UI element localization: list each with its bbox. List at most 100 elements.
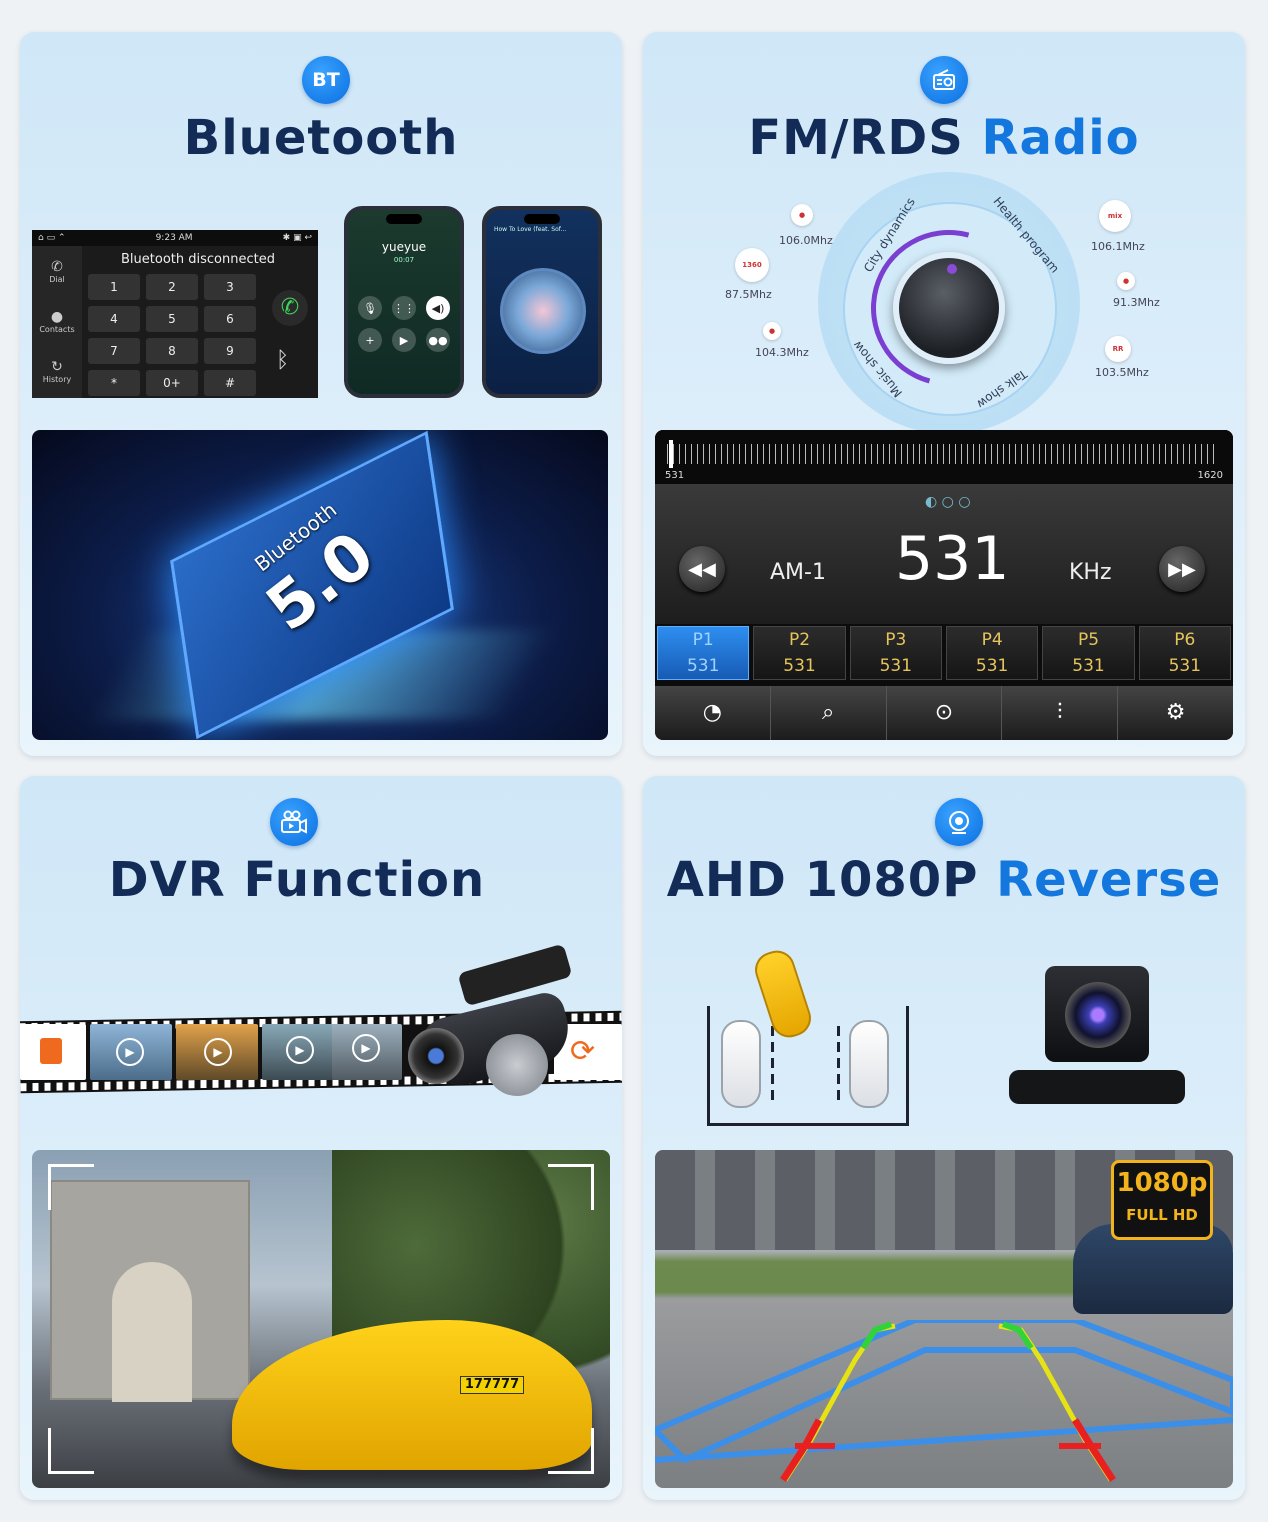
key-4[interactable]: 4	[88, 306, 140, 332]
parked-car	[721, 1020, 761, 1108]
add-call-icon[interactable]: +	[358, 328, 382, 352]
bluetooth-title-text: Bluetooth	[183, 110, 459, 166]
scan-icon[interactable]: ⊙	[887, 686, 1003, 740]
call-duration: 00:07	[393, 256, 415, 264]
speaker-icon[interactable]: ◀)	[426, 296, 450, 320]
equalizer-icon[interactable]: ⫶	[1002, 686, 1119, 740]
dvr-panel: DVR Function ▶ ▶ ▶ ▶ ⟳ 177777	[20, 776, 622, 1500]
1080p-badge: 1080p FULL HD	[1111, 1160, 1213, 1240]
preset-value: 531	[686, 656, 720, 676]
dashcam-icon	[270, 798, 318, 846]
camera-icon	[935, 798, 983, 846]
frequency-unit: KHz	[1069, 560, 1112, 585]
tuning-knob[interactable]	[893, 252, 1005, 364]
dvr-title-a: DVR	[108, 852, 226, 908]
album-art	[500, 268, 586, 354]
sidebar-label: Dial	[49, 274, 65, 284]
ahd-panel: AHD 1080P Reverse 1080p FULL HD	[643, 776, 1245, 1500]
ahd-title-b: Reverse	[996, 852, 1222, 908]
frame-corner	[48, 1164, 94, 1210]
preset-label: P5	[1077, 630, 1100, 650]
phone-notch	[524, 214, 560, 224]
station-logo: ●	[791, 204, 813, 226]
video-thumb[interactable]: ▶	[176, 1024, 258, 1080]
facetime-icon[interactable]: ▶	[392, 328, 416, 352]
seek-back-button[interactable]: ◀◀	[679, 546, 725, 592]
preset-p3[interactable]: P3 531	[849, 626, 942, 680]
search-icon[interactable]: ⌕	[771, 686, 887, 740]
scale-needle[interactable]	[669, 440, 673, 468]
dvr-footage-image: 177777	[32, 1150, 610, 1488]
contacts-icon[interactable]: ●●	[426, 328, 450, 352]
bluetooth-icon[interactable]: ᛒ	[276, 348, 289, 373]
key-8[interactable]: 8	[146, 338, 198, 364]
sidebar-label: Contacts	[39, 324, 75, 334]
preset-value: 531	[1072, 656, 1105, 676]
radio-title-b: Radio	[981, 110, 1140, 166]
key-hash[interactable]: #	[204, 370, 256, 396]
video-thumb[interactable]: ▶	[90, 1024, 172, 1080]
play-icon: ▶	[286, 1036, 314, 1064]
reverse-view-image: 1080p FULL HD	[655, 1150, 1233, 1488]
key-3[interactable]: 3	[204, 274, 256, 300]
video-thumb[interactable]: ▶	[332, 1024, 402, 1080]
keypad-icon[interactable]: ⋮⋮	[392, 296, 416, 320]
bay-line	[655, 1417, 1233, 1463]
key-6[interactable]: 6	[204, 306, 256, 332]
knob-indicator	[947, 264, 957, 274]
dvr-title: DVR Function	[20, 852, 598, 908]
current-frequency: 531	[895, 524, 1010, 594]
play-icon: ▶	[116, 1038, 144, 1066]
delete-frame[interactable]	[20, 1024, 86, 1080]
frame-corner	[548, 1164, 594, 1210]
home-icon[interactable]: ⌂ ▭ ⌃	[38, 233, 65, 243]
key-7[interactable]: 7	[88, 338, 140, 364]
phone-icon: ✆	[51, 258, 63, 275]
key-1[interactable]: 1	[88, 274, 140, 300]
sidebar-item-history[interactable]: ↻ History	[32, 346, 82, 396]
key-5[interactable]: 5	[146, 306, 198, 332]
camera-glyph	[949, 811, 969, 834]
key-star[interactable]: *	[88, 370, 140, 396]
station-logo: ●	[763, 322, 781, 340]
scan-icons: ◐ ○ ○	[925, 494, 971, 510]
bluetooth-title: Bluetooth	[20, 110, 622, 166]
rds-icon[interactable]: ◔	[655, 686, 771, 740]
status-bar: ⌂ ▭ ⌃ 9:23 AM ✱ ▣ ↩	[32, 230, 318, 246]
gear-icon[interactable]: ⚙	[1118, 686, 1233, 740]
key-9[interactable]: 9	[204, 338, 256, 364]
preset-p5[interactable]: P5 531	[1042, 626, 1135, 680]
station-logo: 1360	[735, 248, 769, 282]
call-button[interactable]: ✆	[272, 290, 308, 326]
fast-forward-icon: ▶▶	[1168, 558, 1196, 580]
preset-label: P1	[692, 630, 714, 650]
sidebar-item-dial[interactable]: ✆ Dial	[32, 246, 82, 296]
station-freq: 103.5Mhz	[1095, 366, 1149, 379]
preset-p6[interactable]: P6 531	[1138, 626, 1231, 680]
bt-badge-label: BT	[312, 69, 340, 91]
parking-guidelines	[655, 1320, 1233, 1482]
station-logo: ●	[1117, 272, 1135, 290]
frequency-scale[interactable]: 531 1620	[655, 430, 1233, 484]
radio-glyph	[933, 69, 955, 90]
radio-panel: FM/RDS Radio City dynamics Health progra…	[643, 32, 1245, 756]
person-icon: ●	[50, 308, 64, 325]
status-time: 9:23 AM	[155, 233, 193, 243]
camera-lens	[1065, 982, 1131, 1048]
back-icon[interactable]: ✱ ▣ ↩	[283, 233, 312, 243]
key-2[interactable]: 2	[146, 274, 198, 300]
key-0[interactable]: 0+	[146, 370, 198, 396]
license-plate: 177777	[460, 1376, 524, 1394]
mute-icon[interactable]: 🎙	[358, 296, 382, 320]
rewind-icon: ◀◀	[688, 558, 716, 580]
scale-min: 531	[665, 470, 685, 481]
sidebar-item-contacts[interactable]: ● Contacts	[32, 296, 82, 346]
preset-p1[interactable]: P1 531	[657, 626, 750, 680]
preset-p4[interactable]: P4 531	[945, 626, 1039, 680]
seek-forward-button[interactable]: ▶▶	[1159, 546, 1205, 592]
preset-p2[interactable]: P2 531	[753, 626, 846, 680]
preset-value: 531	[783, 656, 816, 676]
phone-call-screen: yueyue 00:07 🎙 ⋮⋮ ◀) + ▶ ●●	[344, 206, 464, 398]
dashcam-device	[400, 943, 580, 1108]
ahd-title-a: AHD 1080P	[666, 852, 979, 908]
